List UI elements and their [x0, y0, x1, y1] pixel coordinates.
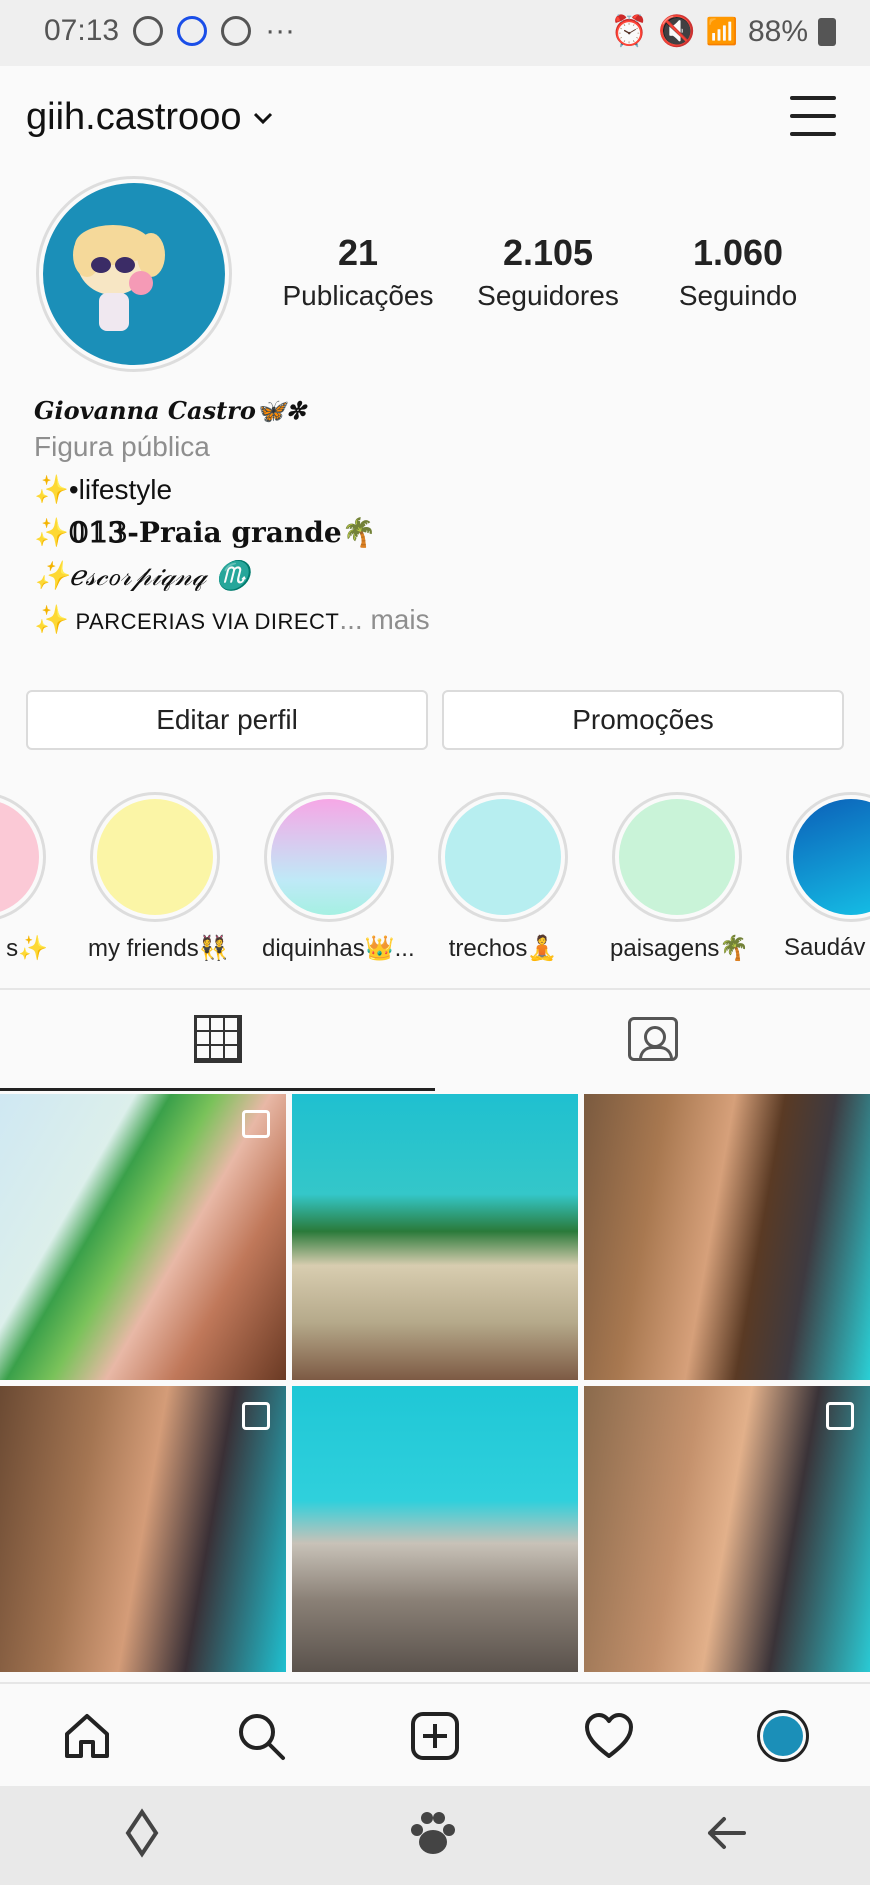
highlight-cover: [793, 799, 870, 915]
whatsapp-icon: [133, 16, 164, 46]
promotions-button[interactable]: Promoções: [442, 690, 844, 750]
more-notifications: ···: [265, 14, 296, 47]
back-icon[interactable]: [704, 1813, 748, 1858]
app-notification-icon: [177, 16, 208, 46]
grid-icon: [193, 1015, 242, 1063]
profile-stats: 21 Publicações 2.105 Seguidores 1.060 Se…: [268, 232, 828, 312]
multiple-posts-icon: [242, 1110, 270, 1138]
avatar-image: [43, 183, 225, 365]
profile-tabs: [0, 990, 870, 1091]
home-paw-icon[interactable]: [405, 1808, 461, 1863]
bio-line-last: ✨ PARCERIAS VIA DIRECT... mais: [34, 604, 430, 635]
recents-icon[interactable]: [122, 1808, 162, 1863]
chevron-down-icon: [254, 112, 273, 124]
following-count[interactable]: 1.060 Seguindo: [648, 232, 828, 312]
home-icon[interactable]: [59, 1708, 115, 1764]
followers-count[interactable]: 2.105 Seguidores: [458, 232, 638, 312]
highlight-item[interactable]: Saudáv: [784, 792, 870, 962]
system-nav: [0, 1786, 870, 1885]
post-thumbnail[interactable]: [584, 1094, 870, 1380]
profile-header: giih.castrooo: [0, 66, 870, 170]
username: giih.castrooo: [26, 96, 242, 138]
display-name: Giovanna Castro🦋✼: [34, 396, 306, 425]
see-more-link[interactable]: ... mais: [339, 604, 429, 635]
highlight-cover: [97, 799, 213, 915]
story-highlights: s✨ my friends👯 diquinhas👑... trechos🧘 pa…: [0, 792, 870, 967]
edit-profile-button[interactable]: Editar perfil: [26, 690, 428, 750]
profile-bio: Giovanna Castro🦋✼ Figura pública ✨•lifes…: [34, 396, 834, 636]
battery-level: 88%: [747, 14, 808, 48]
wifi-icon: 📶: [705, 16, 738, 46]
photo-grid: [0, 1094, 870, 1672]
profile-avatar[interactable]: [36, 176, 232, 372]
tab-grid[interactable]: [0, 990, 435, 1091]
account-switcher[interactable]: giih.castrooo: [26, 96, 273, 139]
multiple-posts-icon: [826, 1402, 854, 1430]
bio-line: ✨ℯ𝓈𝒸ℴ𝓇𝓅𝒾𝓆𝓃𝓆 ♏: [34, 559, 250, 592]
add-post-icon[interactable]: [407, 1708, 463, 1764]
bio-line: ✨•lifestyle: [34, 474, 173, 505]
highlight-item[interactable]: paisagens🌴: [610, 792, 749, 963]
highlight-cover: [0, 799, 39, 915]
posts-count[interactable]: 21 Publicações: [268, 232, 448, 312]
bottom-nav: [0, 1682, 870, 1788]
highlight-item[interactable]: diquinhas👑...: [262, 792, 415, 963]
status-bar: 07:13 ··· ⏰ 🔇 📶 88%: [0, 0, 870, 66]
highlight-cover: [619, 799, 735, 915]
tab-tagged[interactable]: [435, 990, 870, 1088]
activity-heart-icon[interactable]: [581, 1708, 637, 1764]
post-thumbnail[interactable]: [292, 1094, 578, 1380]
profile-avatar-icon[interactable]: [755, 1708, 811, 1764]
multiple-posts-icon: [242, 1402, 270, 1430]
highlight-cover: [445, 799, 561, 915]
mute-icon: 🔇: [658, 15, 696, 48]
post-thumbnail[interactable]: [0, 1386, 286, 1672]
battery-icon: [818, 17, 836, 46]
alarm-icon: ⏰: [610, 15, 649, 48]
highlight-item[interactable]: trechos🧘: [436, 792, 570, 963]
post-thumbnail[interactable]: [0, 1094, 286, 1380]
highlight-item[interactable]: my friends👯: [88, 792, 229, 963]
search-icon[interactable]: [233, 1708, 289, 1764]
highlight-item[interactable]: s✨: [0, 792, 48, 963]
s-icon: [221, 16, 252, 46]
post-thumbnail[interactable]: [584, 1386, 870, 1672]
highlight-cover: [271, 799, 387, 915]
category-label: Figura pública: [34, 431, 210, 462]
profile-actions: Editar perfil Promoções: [26, 690, 844, 750]
tagged-icon: [627, 1017, 678, 1061]
post-thumbnail[interactable]: [292, 1386, 578, 1672]
bio-line: ✨𝟘𝟙𝟛-Praia grande🌴: [34, 516, 377, 549]
menu-icon[interactable]: [790, 96, 836, 136]
clock: 07:13: [44, 14, 120, 47]
